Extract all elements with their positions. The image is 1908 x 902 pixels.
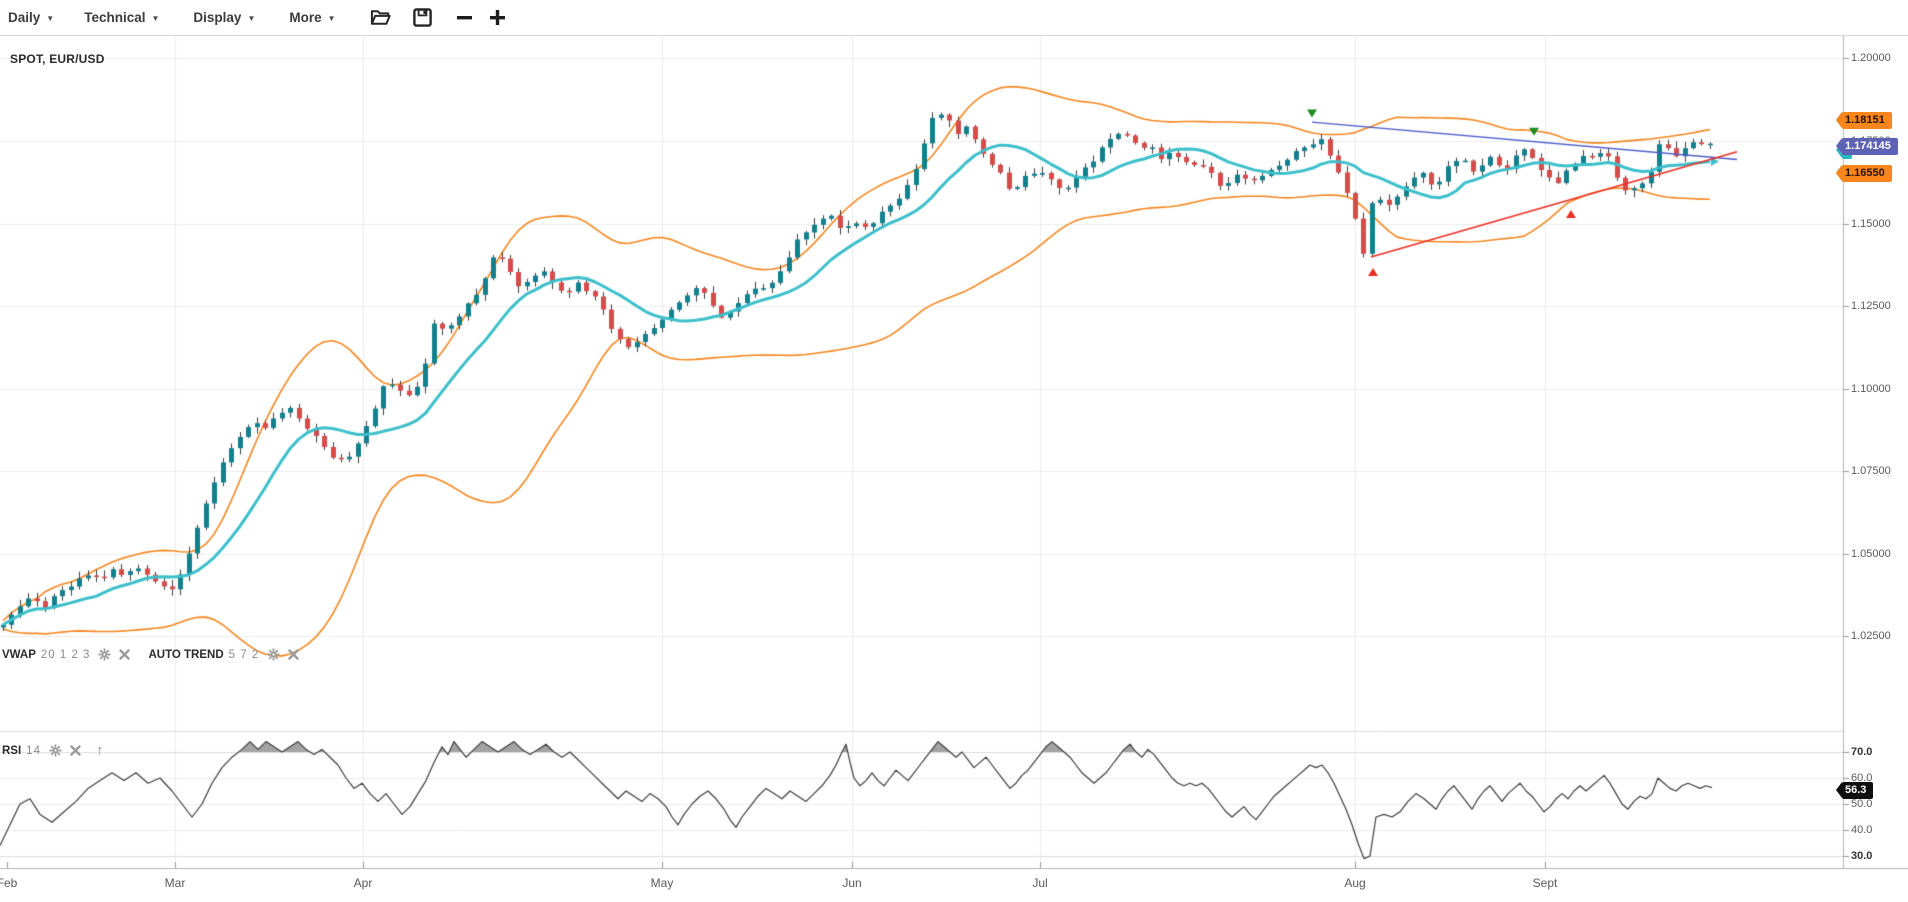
technical-menu-label: Technical [84,10,145,25]
auto-trend-indicator-params: 5 7 2 [229,649,260,661]
rsi-indicator-label: RSI [2,745,21,757]
plus-icon [489,9,506,26]
chevron-down-icon: ▼ [46,13,54,23]
vwap-remove-icon[interactable] [119,649,130,660]
move-panel-up-icon[interactable]: ↑ [96,742,104,759]
vwap-indicator-params: 20 1 2 3 [41,649,91,661]
chevron-down-icon: ▼ [151,13,159,23]
rsi-axis-tick-label: 50.0 [1851,798,1872,810]
price-axis-tick-label: 1.20000 [1851,52,1891,64]
more-menu[interactable]: More ▼ [289,10,335,25]
chevron-down-icon: ▼ [247,13,255,23]
main-chart-legend: VWAP 20 1 2 3 AUTO TREND 5 7 2 [2,648,299,661]
folder-open-icon [370,8,391,27]
time-axis-month-label: May [651,876,674,890]
display-menu-label: Display [193,10,241,25]
chart-area: SPOT, EUR/USD VWAP 20 1 2 3 AUTO TREND 5… [0,35,1908,902]
time-axis-month-label: Sept [1533,876,1558,890]
symbol-label: SPOT, EUR/USD [10,52,105,66]
rsi-remove-icon[interactable] [70,745,81,756]
timeframe-menu[interactable]: Daily ▼ [8,10,54,25]
save-floppy-icon [413,8,432,27]
zoom-in-button[interactable] [489,9,506,26]
more-menu-label: More [289,10,321,25]
auto-trend-settings-gear-icon[interactable] [267,648,280,661]
timeframe-menu-label: Daily [8,10,40,25]
time-axis-month-label: Feb [0,876,17,890]
technical-menu[interactable]: Technical ▼ [84,10,159,25]
time-axis-month-label: Jul [1032,876,1047,890]
time-axis-month-label: Aug [1344,876,1365,890]
price-axis-tick-label: 1.10000 [1851,383,1891,395]
price-badge: 1.18151 [1842,112,1892,129]
rsi-indicator-params: 14 [26,745,41,757]
price-axis-tick-label: 1.05000 [1851,548,1891,560]
price-axis-tick-label: 1.15000 [1851,218,1891,230]
time-axis-month-label: Mar [165,876,186,890]
rsi-panel-legend: RSI 14 ↑ [2,742,103,759]
auto-trend-remove-icon[interactable] [288,649,299,660]
open-folder-button[interactable] [370,8,391,27]
chart-canvas[interactable] [0,35,1908,902]
chevron-down-icon: ▼ [328,13,336,23]
rsi-axis-tick-label: 30.0 [1851,850,1872,862]
rsi-settings-gear-icon[interactable] [49,744,62,757]
time-axis-month-label: Apr [354,876,373,890]
rsi-axis-tick-label: 70.0 [1851,746,1872,758]
time-axis-month-label: Jun [842,876,861,890]
minus-icon [456,9,473,26]
price-badge: 1.16550 [1842,165,1892,182]
auto-trend-indicator-label: AUTO TREND [148,649,223,661]
price-axis-tick-label: 1.07500 [1851,465,1891,477]
display-menu[interactable]: Display ▼ [193,10,255,25]
rsi-value-badge: 56.3 [1842,782,1873,799]
save-button[interactable] [413,8,432,27]
top-toolbar: Daily ▼ Technical ▼ Display ▼ More ▼ [0,0,1908,36]
price-axis-tick-label: 1.02500 [1851,630,1891,642]
price-axis-tick-label: 1.12500 [1851,300,1891,312]
zoom-out-button[interactable] [456,9,473,26]
price-badge: 1.174145 [1842,138,1898,155]
vwap-indicator-label: VWAP [2,649,36,661]
vwap-settings-gear-icon[interactable] [98,648,111,661]
rsi-axis-tick-label: 40.0 [1851,824,1872,836]
